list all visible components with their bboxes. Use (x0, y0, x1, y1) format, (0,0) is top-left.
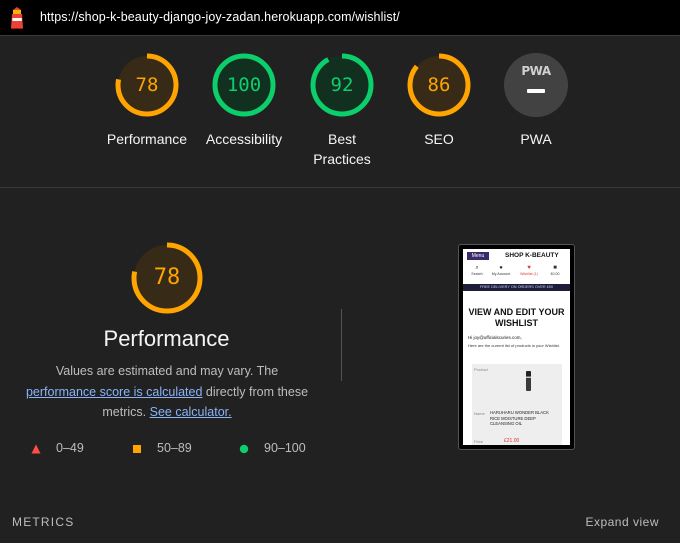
gauge-best-practices: 92 (309, 52, 375, 118)
greeting: Hi joy@ufficialscuries.com, (468, 335, 522, 340)
legend-range: 90–100 (264, 441, 306, 455)
legend-range: 50–89 (157, 441, 192, 455)
score-value: 78 (135, 74, 159, 96)
nav-label: Wishlist (1) (520, 272, 538, 276)
pwa-badge: PWA (503, 52, 569, 118)
see-calculator-link[interactable]: See calculator. (150, 405, 232, 419)
screenshot-page: Menu SHOP K-BEAUTY ⌕ Search ● My Account ♥… (463, 249, 570, 445)
address-bar: https://shop-k-beauty-django-joy-zadan.h… (0, 0, 680, 36)
price-label: Price (474, 439, 484, 444)
description-text: Values are estimated and may vary. The (55, 364, 279, 378)
wishlist-subtext: Here are the current list of products in… (468, 343, 560, 348)
metrics-heading: METRICS (12, 515, 75, 529)
score-calculated-link[interactable]: performance score is calculated (26, 385, 202, 399)
score-value: 86 (427, 74, 451, 96)
performance-description: Values are estimated and may vary. The p… (22, 361, 312, 423)
pwa-badge-text: PWA (521, 64, 551, 78)
score-performance[interactable]: 78 Performance (97, 52, 197, 149)
triangle-icon (31, 444, 41, 454)
section-divider (341, 309, 342, 381)
score-label: SEO (424, 131, 454, 147)
nav-label: My Account (491, 272, 511, 276)
performance-section: 78 Performance Values are estimated and … (0, 189, 680, 499)
menu-button: Menu (467, 252, 489, 260)
user-icon: ● (499, 265, 503, 271)
product-name: HARUHARU WONDER BLACK RICE MOISTURE DEEP… (490, 410, 549, 426)
expand-view-toggle[interactable]: Expand view (585, 515, 659, 529)
brand-logo: SHOP K-BEAUTY (505, 252, 559, 259)
gauge-seo: 86 (406, 52, 472, 118)
square-icon (133, 445, 141, 453)
score-value: 100 (226, 74, 262, 96)
nav-bag: ■ £0.00 (545, 264, 565, 276)
circle-icon (239, 444, 249, 454)
score-pwa[interactable]: PWA PWA (486, 52, 586, 149)
score-label: PWA (520, 131, 552, 147)
score-label: Performance (106, 131, 188, 147)
search-icon: ⌕ (475, 265, 479, 271)
performance-title: Performance (103, 326, 230, 351)
bag-icon: ■ (553, 265, 557, 271)
nav-icons: ⌕ Search ● My Account ♥ Wishlist (1) ■ £0.00 (463, 264, 570, 282)
nav-label: Search (471, 272, 483, 276)
score-accessibility[interactable]: 100 Accessibility (194, 52, 294, 149)
performance-score-value: 78 (153, 265, 181, 290)
nav-account: ● My Account (491, 264, 511, 276)
gauge-performance: 78 (114, 52, 180, 118)
gauge-accessibility: 100 (211, 52, 277, 118)
nav-wishlist: ♥ Wishlist (1) (519, 264, 539, 276)
score-best-practices[interactable]: 92 Best Practices (292, 52, 392, 169)
name-label: Name (474, 411, 485, 416)
legend-range: 0–49 (56, 441, 84, 455)
lighthouse-icon (11, 7, 23, 29)
product-label: Product (474, 367, 488, 372)
heart-icon: ♥ (527, 265, 531, 271)
page-url[interactable]: https://shop-k-beauty-django-joy-zadan.h… (40, 10, 400, 24)
product-price: £21.00 (504, 438, 520, 444)
category-scores: 78 Performance 100 Accessibility 92 Best… (0, 36, 680, 188)
score-label: Accessibility (205, 131, 283, 147)
nav-label: £0.00 (550, 272, 560, 276)
score-seo[interactable]: 86 SEO (389, 52, 489, 149)
score-label: Best Practices (313, 131, 371, 167)
product-image (526, 371, 531, 391)
nav-search: ⌕ Search (467, 264, 487, 276)
wishlist-table: Product Name HARUHARU WONDER BLACK RICE … (472, 364, 562, 445)
delivery-banner: FREE DELIVERY ON ORDERS OVER £50 (463, 284, 570, 291)
score-value: 92 (330, 74, 354, 96)
wishlist-heading: VIEW AND EDIT YOUR WISHLIST (468, 307, 565, 328)
final-screenshot[interactable]: Menu SHOP K-BEAUTY ⌕ Search ● My Account ♥… (458, 244, 575, 450)
performance-gauge: 78 (129, 240, 205, 316)
